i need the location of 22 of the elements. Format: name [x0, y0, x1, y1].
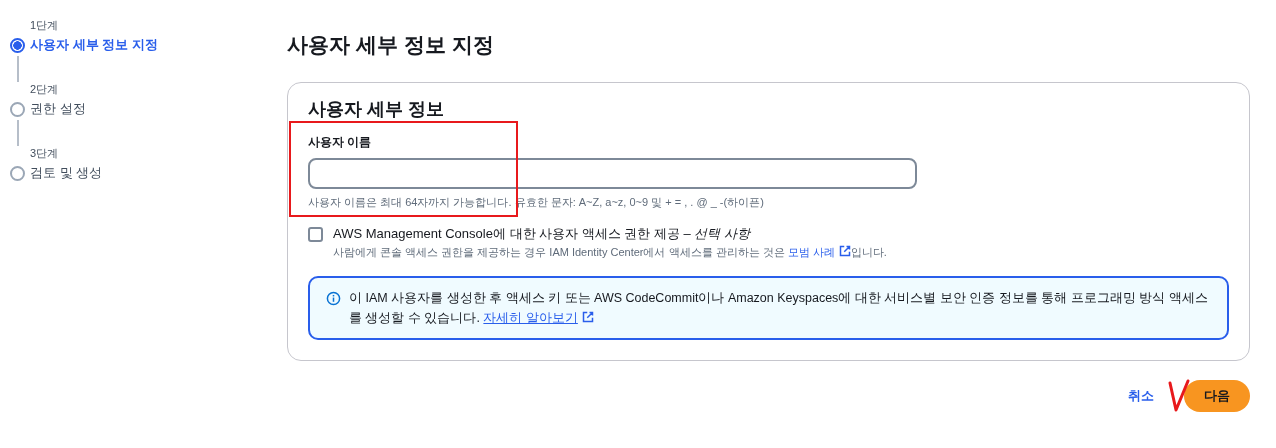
info-text: 이 IAM 사용자를 생성한 후 액세스 키 또는 AWS CodeCommit이나 Amazon Keyspaces에 대한 서비스별 보안 인증 정보를 통해 프로그래밍 방식 액세스를 생성할 수 있습니다. 자세히 알아보기 [349, 290, 1209, 327]
step-link[interactable]: 권한 설정 [30, 100, 86, 118]
next-button[interactable]: 다음 [1184, 380, 1250, 412]
external-link-icon [838, 245, 851, 257]
step-number: 3단계 [30, 146, 60, 160]
step-number: 1단계 [30, 18, 60, 32]
cancel-button[interactable]: 취소 [1120, 383, 1162, 409]
card-title: 사용자 세부 정보 [308, 98, 445, 121]
step-link[interactable]: 사용자 세부 정보 지정 [30, 36, 158, 54]
checkbox-description: 사람에게 콘솔 액세스 권한을 제공하는 경우 IAM Identity Center에서 액세스를 관리하는 것은 모범 사례 입니다. [333, 244, 887, 260]
page-title: 사용자 세부 정보 지정 [287, 32, 495, 58]
field-label: 사용자 이름 [308, 134, 373, 151]
checkbox[interactable] [308, 227, 323, 242]
best-practice-link[interactable]: 모범 사례 [787, 246, 851, 258]
check-mark-drawing [1168, 379, 1190, 413]
step-link[interactable]: 검토 및 생성 [30, 164, 103, 182]
input-field[interactable] [308, 158, 917, 189]
external-link-icon [581, 311, 594, 323]
checkbox-label: AWS Management Console에 대한 사용자 액세스 권한 제공 – 선택 사항 [333, 225, 752, 243]
info-icon [326, 291, 341, 306]
learn-more-link[interactable]: 자세히 알아보기 [483, 311, 594, 325]
step-number: 2단계 [30, 82, 60, 96]
